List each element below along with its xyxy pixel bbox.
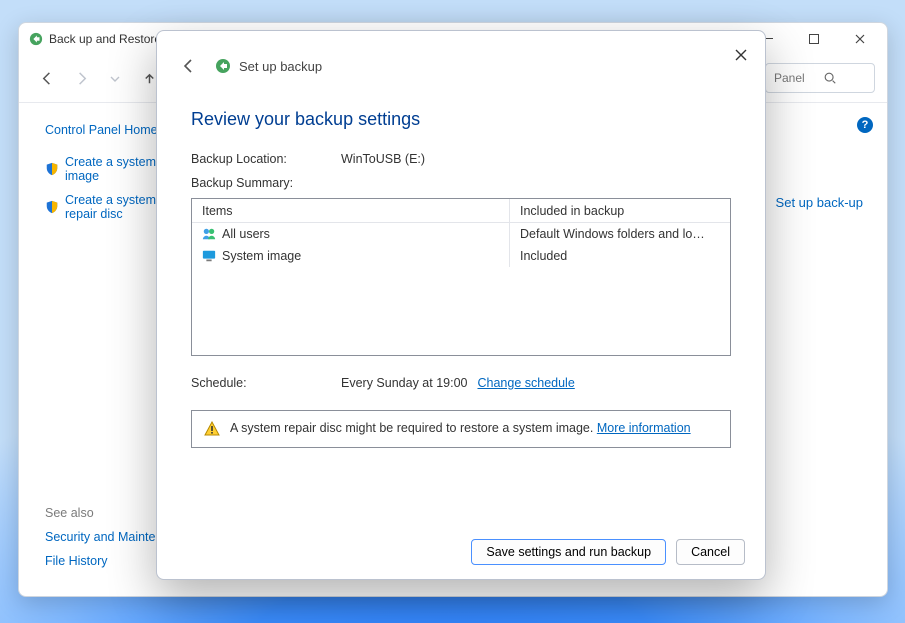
- shield-icon: [45, 162, 59, 176]
- column-included[interactable]: Included in backup: [510, 199, 730, 222]
- grid-row[interactable]: System image Included: [192, 245, 730, 267]
- dialog-back-button[interactable]: [175, 52, 203, 80]
- grid-included: Default Windows folders and lo…: [520, 227, 705, 241]
- nav-back-button[interactable]: [31, 63, 63, 95]
- nav-recent-button[interactable]: [99, 63, 131, 95]
- cancel-button[interactable]: Cancel: [676, 539, 745, 565]
- close-dialog-button[interactable]: [725, 39, 757, 71]
- help-icon[interactable]: ?: [857, 117, 873, 133]
- grid-included: Included: [520, 249, 567, 263]
- backup-summary-label: Backup Summary:: [191, 176, 731, 190]
- warning-icon: [204, 421, 220, 437]
- app-icon: [29, 32, 43, 46]
- dialog-heading: Review your backup settings: [191, 109, 731, 130]
- search-placeholder: Panel: [774, 71, 817, 85]
- warning-text: A system repair disc might be required t…: [230, 421, 597, 435]
- shield-icon: [45, 200, 59, 214]
- backup-location-label: Backup Location:: [191, 152, 341, 166]
- dialog-footer: Save settings and run backup Cancel: [157, 525, 765, 579]
- schedule-label: Schedule:: [191, 376, 341, 390]
- setup-backup-dialog: Set up backup Review your backup setting…: [156, 30, 766, 580]
- warning-box: A system repair disc might be required t…: [191, 410, 731, 448]
- summary-grid: Items Included in backup All users Defau…: [191, 198, 731, 356]
- schedule-value: Every Sunday at 19:00: [341, 376, 467, 390]
- grid-row[interactable]: All users Default Windows folders and lo…: [192, 223, 730, 245]
- maximize-button[interactable]: [791, 24, 837, 54]
- search-icon: [823, 71, 866, 85]
- close-window-button[interactable]: [837, 24, 883, 54]
- dialog-brand: Set up backup: [239, 59, 322, 74]
- grid-header: Items Included in backup: [192, 199, 730, 223]
- save-and-run-button[interactable]: Save settings and run backup: [471, 539, 666, 565]
- more-information-link[interactable]: More information: [597, 421, 691, 435]
- users-icon: [202, 227, 216, 241]
- grid-item: System image: [222, 249, 301, 263]
- backup-location-value: WinToUSB (E:): [341, 152, 425, 166]
- monitor-icon: [202, 249, 216, 263]
- nav-forward-button[interactable]: [65, 63, 97, 95]
- change-schedule-link[interactable]: Change schedule: [477, 376, 574, 390]
- backup-icon: [215, 58, 231, 74]
- setup-backup-link[interactable]: Set up back-up: [776, 195, 863, 210]
- search-input[interactable]: Panel: [765, 63, 875, 93]
- grid-item: All users: [222, 227, 270, 241]
- column-items[interactable]: Items: [192, 199, 510, 222]
